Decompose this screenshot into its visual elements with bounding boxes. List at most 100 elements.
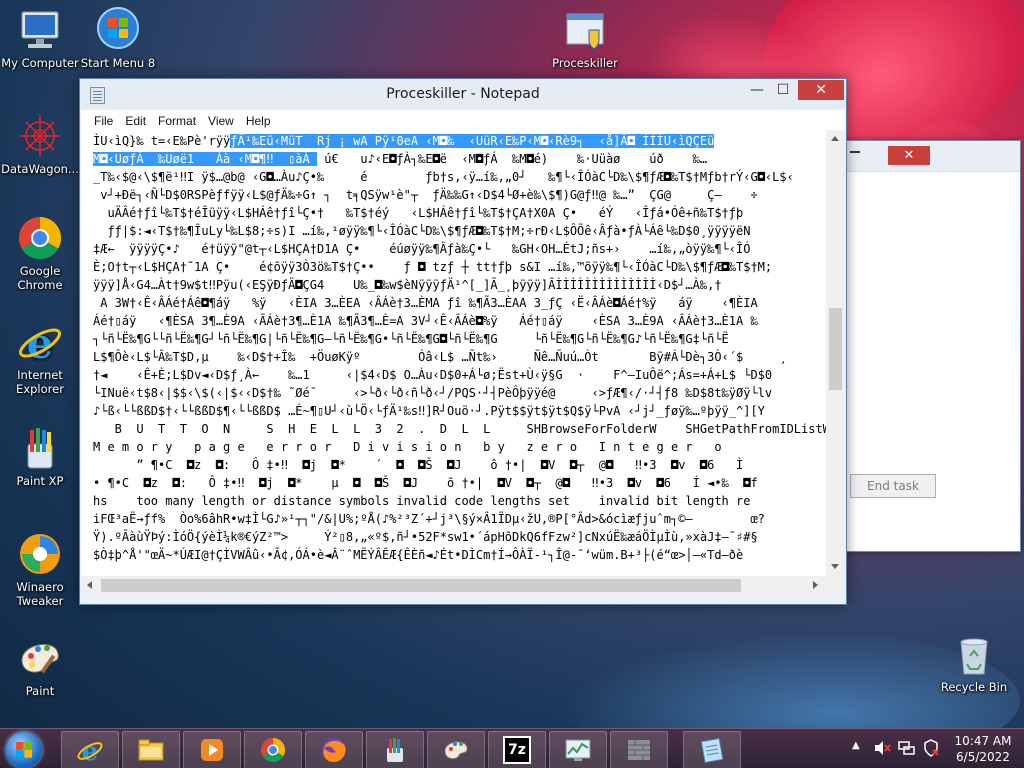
clock-time: 10:47 AM (954, 734, 1012, 748)
datawagon-icon (16, 112, 64, 160)
desktop-icon-winaero-tweaker[interactable]: Winaero Tweaker (0, 530, 80, 608)
desktop-icon-label: Paint XP (16, 474, 64, 488)
maximize-button[interactable]: ☐ (770, 80, 796, 100)
end-task-button[interactable]: End task (850, 474, 936, 498)
text-line: ÌU‹ìQ}‰ t=‹E‰Pè'rÿÿ (93, 134, 231, 148)
window-title: Proceskiller - Notepad (386, 86, 540, 102)
svg-text:e: e (27, 319, 54, 366)
text-line: ú€ u♪‹E◘ƒÀ┐‰E◘ë ‹M◘ƒÁ ‰M◘é) ‰·Uüàø úð ‰… (316, 152, 708, 166)
taskbar-button-firewall[interactable] (610, 731, 668, 768)
text-line: • ¶•C ◘z ◘: Ô ‡•‼ ◘j ◘* µ ◘ ◘Š ◘J õ †•| … (93, 476, 758, 490)
paint-xp-icon (16, 424, 64, 472)
text-line: L$¶Ôè‹L$└Â‰T$D,µ ‰‹D$†+Î‰ +ÖuøKÿº Óâ‹L$ … (93, 350, 787, 364)
7zip-icon: 7z (503, 736, 531, 764)
taskbar-button-7zip[interactable]: 7z (488, 731, 546, 768)
desktop-icon-label: My Computer (1, 56, 79, 70)
text-line: hs too many length or distance symbols i… (93, 494, 751, 508)
scroll-left-icon[interactable] (87, 581, 92, 589)
scroll-up-icon[interactable] (831, 136, 839, 141)
taskbar-button-chrome[interactable] (244, 731, 302, 768)
background-window-titlebar[interactable]: ✕ (836, 141, 1020, 172)
winaero-icon (16, 530, 64, 578)
desktop-icon-recycle-bin[interactable]: Recycle Bin (934, 630, 1014, 694)
taskbar-button-file-explorer[interactable] (122, 731, 180, 768)
desktop-icon-my-computer[interactable]: My Computer (0, 6, 80, 70)
taskbar-button-media-player[interactable] (183, 731, 241, 768)
menu-format[interactable]: Format (152, 111, 202, 131)
text-line: $Ò‡þ^Å'"œÄ~*ÚÆI@†ÇÌVWÂû‹•Ã¢,ÓÁ•è◄Â¨ˆMËÝÂ… (93, 548, 744, 562)
close-button[interactable]: ✕ (798, 80, 844, 100)
minimize-icon[interactable] (850, 151, 860, 153)
paint-icon (444, 741, 468, 760)
desktop-icon-start-menu[interactable]: Start Menu 8 (78, 6, 158, 70)
minimize-button[interactable]: — (744, 80, 770, 100)
start-button[interactable] (6, 732, 42, 768)
desktop-icon-chrome[interactable]: Google Chrome (0, 214, 80, 292)
vertical-scroll-thumb[interactable] (829, 308, 842, 390)
svg-text:e: e (82, 737, 99, 764)
menu-edit[interactable]: Edit (119, 111, 152, 131)
vertical-scrollbar[interactable] (826, 130, 845, 576)
background-window[interactable]: ✕ End task (835, 140, 1021, 552)
menu-file[interactable]: File (88, 111, 119, 131)
scroll-right-icon[interactable] (813, 581, 818, 589)
taskbar-button-firefox[interactable] (305, 731, 363, 768)
scroll-down-icon[interactable] (831, 564, 839, 569)
ie-icon: e (16, 318, 64, 368)
text-selection: ƒÄ¹‰Eü‹MüT Rj ¡ wA Pÿ¹0eA ‹M◘‰ ‹UüR‹E‰P‹… (230, 134, 715, 148)
desktop-icon-datawagon[interactable]: DataWagon... (0, 112, 80, 176)
text-line: ┐└ñ└Ë‰¶G└└ñ└Ë‰¶G┘└ñ└Ë‰¶G|└ñ└Ë‰¶G—└ñ└Ë‰¶G… (93, 332, 729, 346)
horizontal-scrollbar[interactable] (81, 576, 826, 595)
horizontal-scroll-thumb[interactable] (101, 579, 741, 592)
taskbar-button-ie[interactable]: e (61, 731, 119, 768)
desktop-icon-label: Paint (25, 684, 55, 698)
scrollbar-corner (826, 576, 845, 595)
menu-help[interactable]: Help (240, 111, 277, 131)
taskbar-button-task-manager[interactable] (549, 731, 607, 768)
text-line: M e m o r y p a g e e r r o r D i v i s … (93, 440, 722, 454)
text-line: ÿÿÿ]Å‹G4…Àt†9w$t‼Pÿu(‹EŞÿÐƒÄ◘ÇG4 U‰_◘‰w$… (93, 278, 722, 292)
task-manager-icon (565, 739, 591, 761)
computer-icon (16, 6, 64, 54)
text-line: È;O†t┬‹L$HÇA†˜1A Ç• é¢õÿÿ3Ò3ö‰T$†Ç•• ƒ ◘… (93, 260, 773, 274)
desktop-icon-paint[interactable]: Paint (0, 634, 80, 698)
notepad-icon (700, 738, 724, 763)
taskbar-button-notepad[interactable] (683, 731, 741, 768)
desktop-icon-label: Google Chrome (17, 264, 63, 292)
clock-date: 6/5/2022 (956, 750, 1010, 764)
network-icon[interactable] (898, 739, 916, 757)
text-line: uÄÂé†ƒî└‰T$†éÎüÿÿ‹L$HÁê†ƒî└Ç•† ‰T$†éý ‹L… (93, 206, 744, 220)
text-line: _T‰‹$@‹\$¶ë¹‼I ÿ$…@b@ ‹G◘…Àu♪Ç•‰ é ƒb†s,… (93, 170, 794, 184)
notepad-window[interactable]: Proceskiller - Notepad — ☐ ✕ File Edit For… (79, 78, 847, 605)
desktop-icon-label: Internet Explorer (16, 368, 64, 396)
file-explorer-icon (138, 739, 164, 761)
proceskiller-icon (561, 6, 609, 54)
notepad-titlebar[interactable]: Proceskiller - Notepad — ☐ ✕ (80, 79, 846, 109)
paint-xp-icon (387, 738, 403, 762)
text-line: A 3W†‹Ê‹ÂÁé†Áê◘¶áÿ %ÿ ‹ÈIA 3…ÈEA ‹ÂÁè†3…… (93, 296, 758, 310)
taskbar: e 7z ▲ 10:47 AM 6/5/2022 (0, 728, 1024, 768)
text-line: B U T T O N S H E L L 3 2 . D L L SHBrow… (93, 422, 826, 436)
menu-view[interactable]: View (202, 111, 240, 131)
text-line: †◄ ‹Ê+È;L$Dv◄‹D$ƒ¸À← ‰…1 ‹|$4‹D$ O…Àu‹D$… (93, 368, 773, 382)
text-line: ” ¶•C ◘z ◘: Ô ‡•‼ ◘j ◘* ´ ◘ ◘Š ◘J ô †•| … (93, 458, 744, 472)
desktop-icon-internet-explorer[interactable]: e Internet Explorer (0, 318, 80, 396)
volume-muted-icon[interactable] (873, 739, 891, 757)
desktop-icon-label: Proceskiller (552, 56, 618, 70)
background-window-close-button[interactable]: ✕ (888, 146, 930, 165)
text-line: Ÿ).ºÃàùŸÞý:ÌóÖ{ýèÌ¼k®€ýZ²™> Ý²▯8,„«º$,ñ┘… (93, 530, 758, 544)
desktop-icon-paint-xp[interactable]: Paint XP (0, 424, 80, 488)
firefox-icon (322, 738, 346, 762)
menu-bar: File Edit Format View Help (81, 110, 845, 131)
desktop-icon-proceskiller[interactable]: Proceskiller (545, 6, 625, 70)
desktop-icon-label: Winaero Tweaker (16, 580, 64, 608)
text-line: └INuë‹t$8‹|$$‹\$(‹|$‹‹D$†‰ ˜Øé¯ ‹>└ð‹└ð‹… (93, 386, 773, 400)
text-line: iFŒ³aË→ƒf% Òo%6âhR•w‡Ì└G♪»¹┬┐"/&|U%;ºÅ(♪… (93, 512, 765, 526)
action-center-icon[interactable] (922, 739, 940, 757)
text-editor[interactable]: ÌU‹ìQ}‰ t=‹E‰Pè'rÿÿƒÄ¹‰Eü‹MüT Rj ¡ wA Pÿ… (81, 130, 826, 576)
tray-overflow-icon[interactable]: ▲ (852, 740, 860, 751)
taskbar-button-paint[interactable] (427, 731, 485, 768)
system-clock[interactable]: 10:47 AM 6/5/2022 (946, 733, 1020, 765)
taskbar-button-paint-xp[interactable] (366, 731, 424, 768)
text-selection: M◘‹UøƒÁ ‰Uøë1 Àà ‹M◘¶‼ ▯àÀ (93, 152, 317, 166)
